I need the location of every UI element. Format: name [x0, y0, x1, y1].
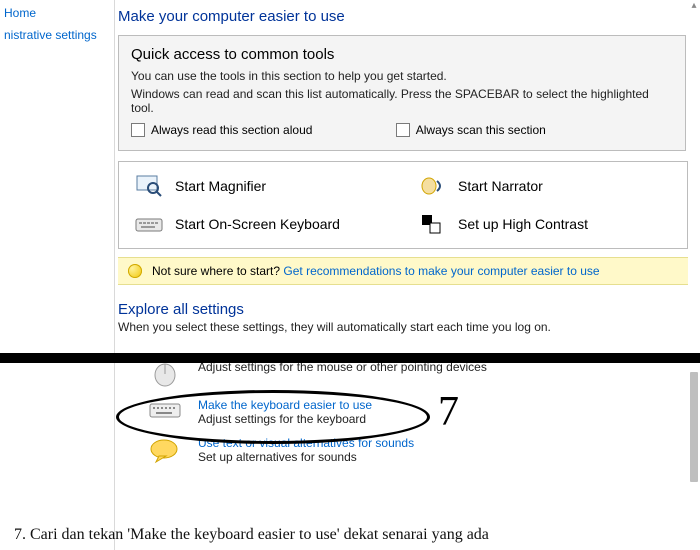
lightbulb-icon: [128, 264, 142, 278]
annotation-number: 7: [438, 388, 459, 436]
mouse-icon: [148, 360, 182, 388]
tool-magnifier-label: Start Magnifier: [175, 178, 266, 194]
tip-lead: Not sure where to start?: [152, 264, 280, 278]
annotation-strip: [0, 353, 700, 363]
sidebar-link-home[interactable]: Home: [0, 4, 110, 26]
explore-heading: Explore all settings: [118, 301, 688, 318]
scroll-up-icon[interactable]: ▴: [688, 0, 700, 12]
sidebar-link-admin[interactable]: nistrative settings: [0, 26, 110, 48]
magnifier-icon: [135, 174, 163, 198]
tool-osk[interactable]: Start On-Screen Keyboard: [135, 212, 388, 236]
tip-bar: Not sure where to start? Get recommendat…: [118, 257, 688, 285]
quick-access-heading: Quick access to common tools: [131, 46, 673, 63]
tool-magnifier[interactable]: Start Magnifier: [135, 174, 388, 198]
checkbox-read-aloud-label: Always read this section aloud: [151, 123, 312, 137]
keyboard-icon: [135, 212, 163, 236]
annotation-caption: 7. Cari dan tekan 'Make the keyboard eas…: [14, 526, 489, 544]
checkbox-scan[interactable]: Always scan this section: [396, 123, 546, 137]
tool-osk-label: Start On-Screen Keyboard: [175, 216, 340, 232]
setting-sounds-desc: Set up alternatives for sounds: [198, 450, 414, 464]
tool-narrator[interactable]: Start Narrator: [418, 174, 671, 198]
tool-narrator-label: Start Narrator: [458, 178, 543, 194]
scroll-thumb[interactable]: [690, 372, 698, 482]
tools-panel: Start Magnifier Start Narrator Start On-…: [118, 161, 688, 249]
tool-high-contrast-label: Set up High Contrast: [458, 216, 588, 232]
quick-access-text2: Windows can read and scan this list auto…: [131, 87, 673, 115]
vertical-scrollbar[interactable]: ▴: [688, 0, 700, 550]
checkbox-scan-label: Always scan this section: [416, 123, 546, 137]
narrator-icon: [418, 174, 446, 198]
setting-mouse[interactable]: Adjust settings for the mouse or other p…: [148, 360, 688, 388]
checkbox-read-aloud[interactable]: Always read this section aloud: [131, 123, 312, 137]
checkbox-icon: [131, 123, 145, 137]
explore-subtext: When you select these settings, they wil…: [118, 320, 688, 334]
annotation-circle: [116, 390, 430, 444]
tip-link[interactable]: Get recommendations to make your compute…: [283, 264, 599, 278]
page-title: Make your computer easier to use: [118, 8, 688, 25]
high-contrast-icon: [418, 212, 446, 236]
quick-access-panel: Quick access to common tools You can use…: [118, 35, 686, 151]
speech-bubble-icon: [148, 436, 182, 464]
tool-high-contrast[interactable]: Set up High Contrast: [418, 212, 671, 236]
quick-access-text1: You can use the tools in this section to…: [131, 69, 673, 83]
checkbox-icon: [396, 123, 410, 137]
sidebar: Home nistrative settings: [0, 0, 115, 550]
